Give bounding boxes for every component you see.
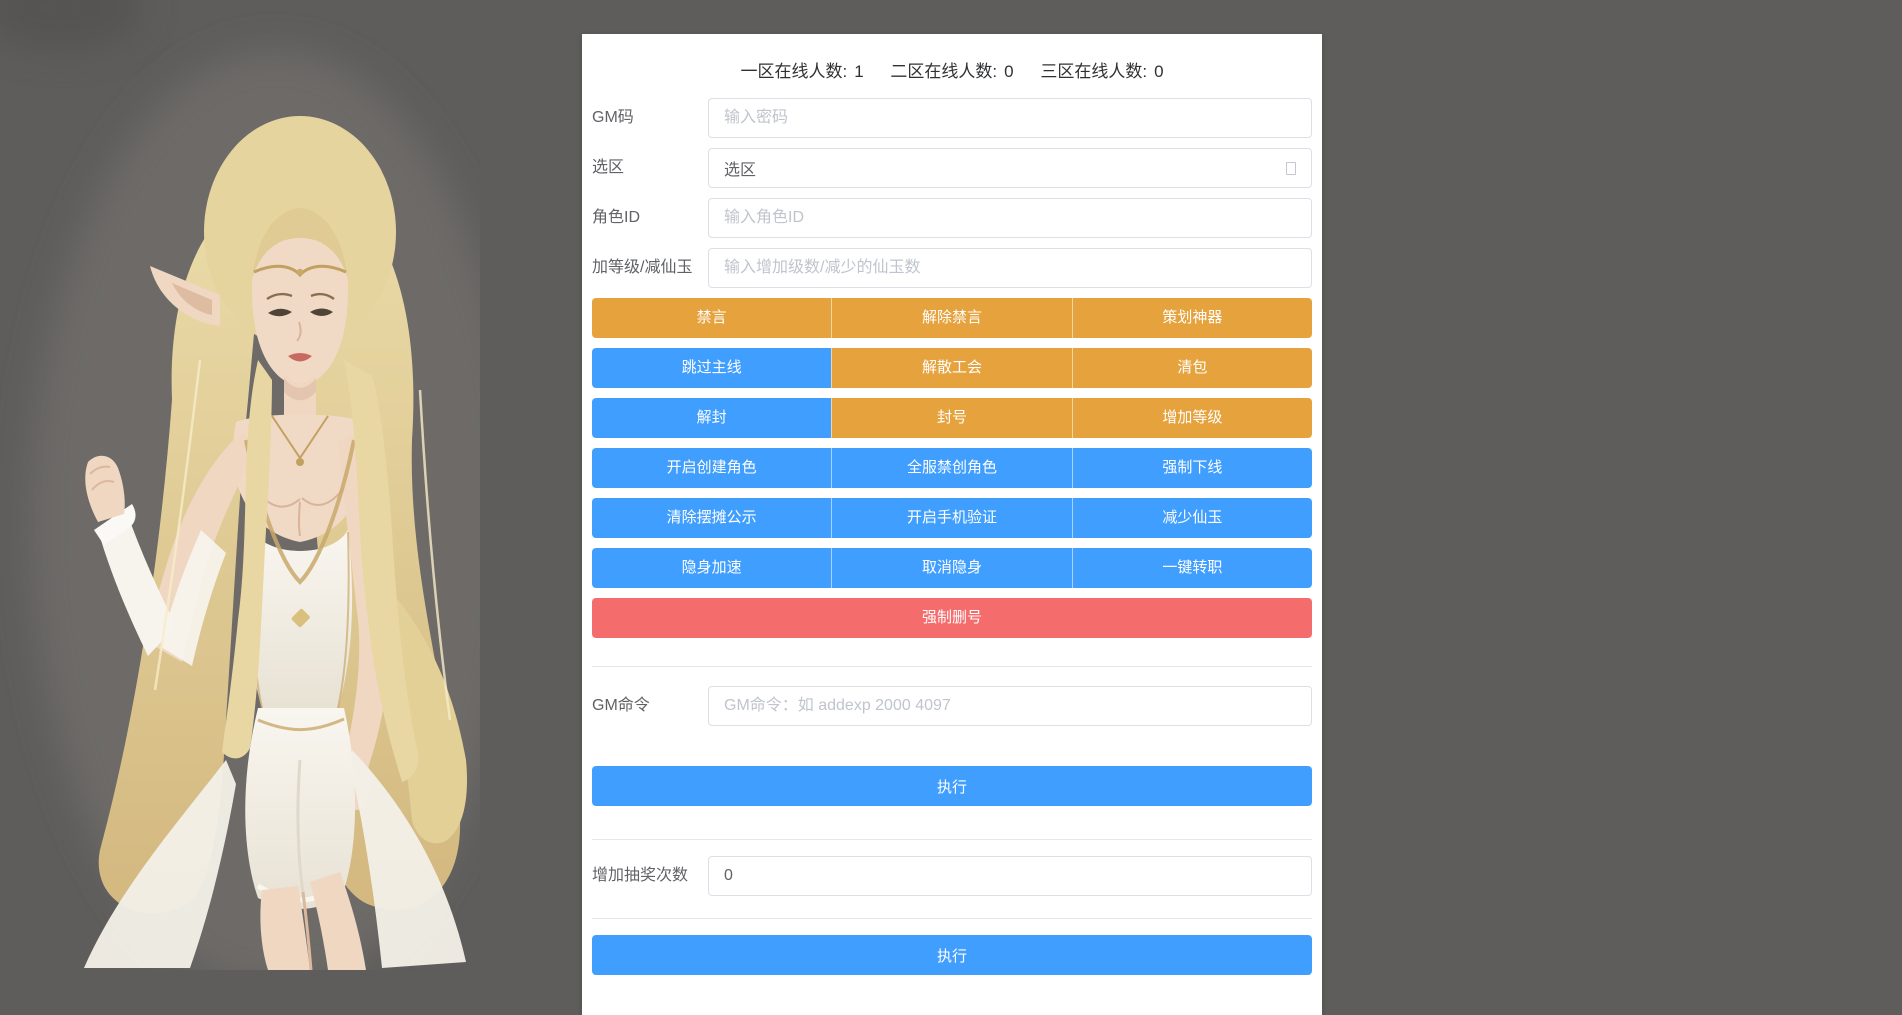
unmute-button[interactable]: 解除禁言 xyxy=(831,298,1072,338)
button-row-6: 隐身加速 取消隐身 一键转职 xyxy=(592,548,1312,588)
skip-mainline-button[interactable]: 跳过主线 xyxy=(592,348,832,388)
zone3-online-stat: 三区在线人数: 0 xyxy=(1040,62,1164,81)
disable-create-role-button[interactable]: 全服禁创角色 xyxy=(831,448,1072,488)
level-jade-row: 加等级/减仙玉 xyxy=(592,248,1312,288)
zone2-online-stat: 二区在线人数: 0 xyxy=(890,62,1014,81)
cancel-stealth-button[interactable]: 取消隐身 xyxy=(831,548,1072,588)
clear-stall-notice-button[interactable]: 清除摆摊公示 xyxy=(592,498,832,538)
execute-button[interactable]: 执行 xyxy=(592,766,1312,806)
change-class-button[interactable]: 一键转职 xyxy=(1071,548,1312,588)
zone-row: 选区 选区 xyxy=(592,148,1312,188)
lottery-count-row: 增加抽奖次数 xyxy=(592,856,1312,896)
dropdown-caret-icon xyxy=(1286,161,1296,175)
disband-guild-button[interactable]: 解散工会 xyxy=(831,348,1072,388)
execute-bottom-button[interactable]: 执行 xyxy=(592,935,1312,975)
gm-code-input[interactable] xyxy=(708,98,1312,138)
clear-bag-button[interactable]: 清包 xyxy=(1071,348,1312,388)
gm-code-row: GM码 xyxy=(592,98,1312,138)
gm-code-label: GM码 xyxy=(592,109,634,126)
enable-create-role-button[interactable]: 开启创建角色 xyxy=(592,448,832,488)
reduce-jade-button[interactable]: 减少仙玉 xyxy=(1071,498,1312,538)
zone-select-value: 选区 xyxy=(724,162,757,179)
role-id-row: 角色ID xyxy=(592,198,1312,238)
section-divider xyxy=(592,918,1312,919)
button-row-1: 禁言 解除禁言 策划神器 xyxy=(592,298,1312,338)
button-row-7: 强制删号 xyxy=(592,598,1312,638)
force-offline-button[interactable]: 强制下线 xyxy=(1071,448,1312,488)
button-row-3: 解封 封号 增加等级 xyxy=(592,398,1312,438)
gm-command-input[interactable] xyxy=(708,686,1312,726)
zone-select[interactable]: 选区 xyxy=(708,148,1312,188)
section-divider xyxy=(592,666,1312,667)
stealth-speed-button[interactable]: 隐身加速 xyxy=(592,548,832,588)
character-illustration xyxy=(0,0,480,970)
add-level-button[interactable]: 增加等级 xyxy=(1071,398,1312,438)
role-id-input[interactable] xyxy=(708,198,1312,238)
mute-button[interactable]: 禁言 xyxy=(592,298,832,338)
lottery-count-input[interactable] xyxy=(708,856,1312,896)
zone-label: 选区 xyxy=(592,159,625,176)
ban-button[interactable]: 封号 xyxy=(831,398,1072,438)
section-divider xyxy=(592,839,1312,840)
force-delete-account-button[interactable]: 强制删号 xyxy=(592,598,1312,638)
button-row-2: 跳过主线 解散工会 清包 xyxy=(592,348,1312,388)
level-jade-label: 加等级/减仙玉 xyxy=(592,259,693,276)
planner-tool-button[interactable]: 策划神器 xyxy=(1071,298,1312,338)
gm-command-row: GM命令 xyxy=(592,686,1312,726)
unban-button[interactable]: 解封 xyxy=(592,398,832,438)
gm-panel: 一区在线人数:1 二区在线人数:0 三区在线人数:0 GM码 选区 选区 角色I… xyxy=(582,34,1322,1015)
level-jade-input[interactable] xyxy=(708,248,1312,288)
gm-command-label: GM命令 xyxy=(592,697,650,714)
online-stats: 一区在线人数: 1 二区在线人数: 0 三区在线人数: 0 xyxy=(592,58,1312,86)
zone1-online-stat: 一区在线人数: 1 xyxy=(740,62,864,81)
role-id-label: 角色ID xyxy=(592,209,641,226)
button-row-4: 开启创建角色 全服禁创角色 强制下线 xyxy=(592,448,1312,488)
button-row-5: 清除摆摊公示 开启手机验证 减少仙玉 xyxy=(592,498,1312,538)
lottery-count-label: 增加抽奖次数 xyxy=(592,867,689,884)
phone-verify-button[interactable]: 开启手机验证 xyxy=(831,498,1072,538)
